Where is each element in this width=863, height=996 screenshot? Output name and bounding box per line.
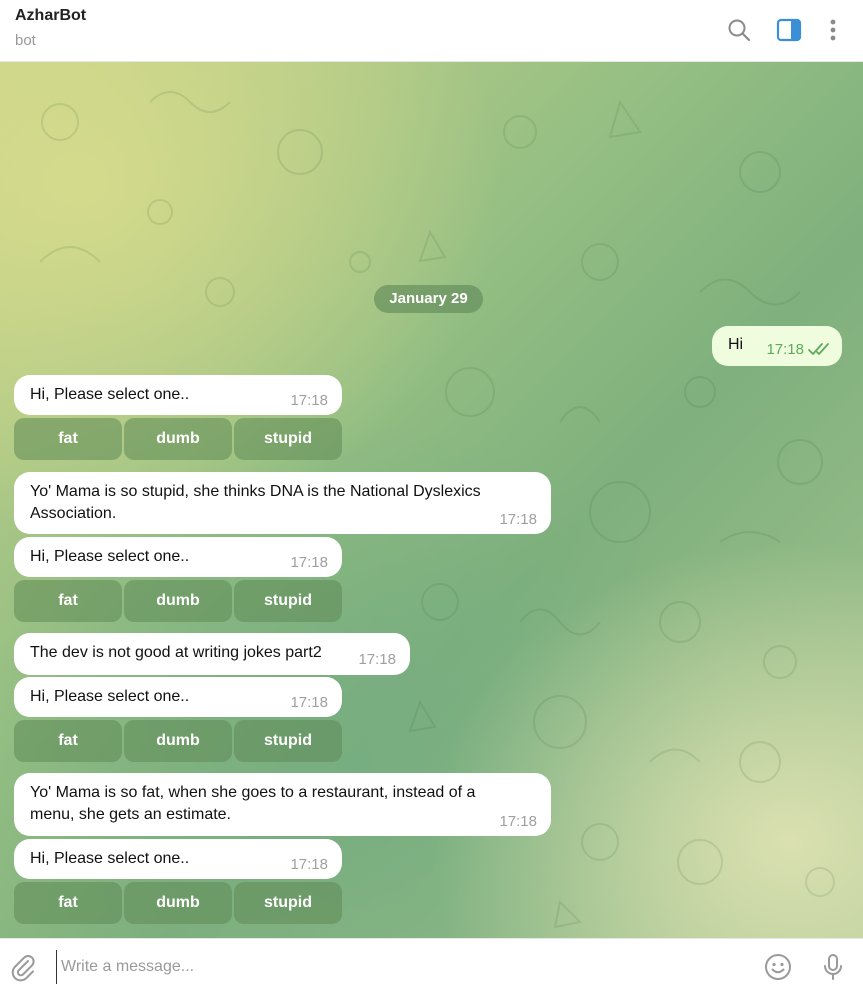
keyboard-button-stupid[interactable]: stupid	[234, 580, 342, 622]
keyboard-button-fat[interactable]: fat	[14, 720, 122, 762]
chat-title[interactable]: AzharBot	[15, 7, 86, 25]
chat-subtitle: bot	[15, 32, 36, 49]
message-input[interactable]	[56, 950, 736, 984]
microphone-icon[interactable]	[818, 952, 848, 982]
message-text: Hi, Please select one..	[30, 386, 190, 403]
message-time: 17:18	[290, 392, 328, 409]
message-text-line-1: Yo' Mama is so fat, when she goes to a r…	[30, 784, 476, 801]
message-time: 17:18	[290, 554, 328, 571]
date-separator: January 29	[374, 285, 483, 313]
incoming-message[interactable]: Yo' Mama is so stupid, she thinks DNA is…	[14, 472, 551, 534]
message-time: 17:18	[499, 511, 537, 528]
message-text: The dev is not good at writing jokes par…	[30, 644, 322, 661]
message-text: Hi, Please select one..	[30, 548, 190, 565]
message-text-line-2: Association.	[30, 505, 117, 522]
message-time: 17:18	[766, 341, 804, 358]
incoming-message[interactable]: The dev is not good at writing jokes par…	[14, 633, 410, 675]
incoming-message[interactable]: Hi, Please select one.. 17:18	[14, 677, 342, 717]
chat-header: AzharBot bot	[0, 0, 863, 62]
message-text: Hi, Please select one..	[30, 850, 190, 867]
chat-background: January 29 Hi 17:18 Hi, Please select on…	[0, 62, 863, 938]
keyboard-button-fat[interactable]: fat	[14, 580, 122, 622]
message-text-line-1: Yo' Mama is so stupid, she thinks DNA is…	[30, 483, 481, 500]
keyboard-button-dumb[interactable]: dumb	[124, 882, 232, 924]
keyboard-button-dumb[interactable]: dumb	[124, 418, 232, 460]
incoming-message[interactable]: Hi, Please select one.. 17:18	[14, 375, 342, 415]
double-check-icon	[808, 343, 829, 355]
message-time: 17:18	[358, 651, 396, 668]
keyboard-button-fat[interactable]: fat	[14, 418, 122, 460]
message-text-line-2: menu, she gets an estimate.	[30, 806, 231, 823]
message-text: Hi	[728, 336, 744, 353]
keyboard-button-stupid[interactable]: stupid	[234, 418, 342, 460]
message-time: 17:18	[499, 813, 537, 830]
message-time: 17:18	[290, 694, 328, 711]
message-composer	[0, 938, 863, 996]
keyboard-button-stupid[interactable]: stupid	[234, 882, 342, 924]
keyboard-button-dumb[interactable]: dumb	[124, 580, 232, 622]
emoji-icon[interactable]	[763, 952, 793, 982]
more-vertical-icon[interactable]	[819, 16, 847, 44]
sidebar-toggle-icon[interactable]	[775, 16, 803, 44]
message-text: Hi, Please select one..	[30, 688, 190, 705]
message-time: 17:18	[290, 856, 328, 873]
incoming-message[interactable]: Hi, Please select one.. 17:18	[14, 839, 342, 879]
keyboard-button-stupid[interactable]: stupid	[234, 720, 342, 762]
attach-icon[interactable]	[8, 952, 38, 982]
keyboard-button-dumb[interactable]: dumb	[124, 720, 232, 762]
incoming-message[interactable]: Hi, Please select one.. 17:18	[14, 537, 342, 577]
keyboard-button-fat[interactable]: fat	[14, 882, 122, 924]
search-icon[interactable]	[725, 16, 753, 44]
outgoing-message[interactable]: Hi 17:18	[712, 326, 842, 366]
incoming-message[interactable]: Yo' Mama is so fat, when she goes to a r…	[14, 773, 551, 836]
